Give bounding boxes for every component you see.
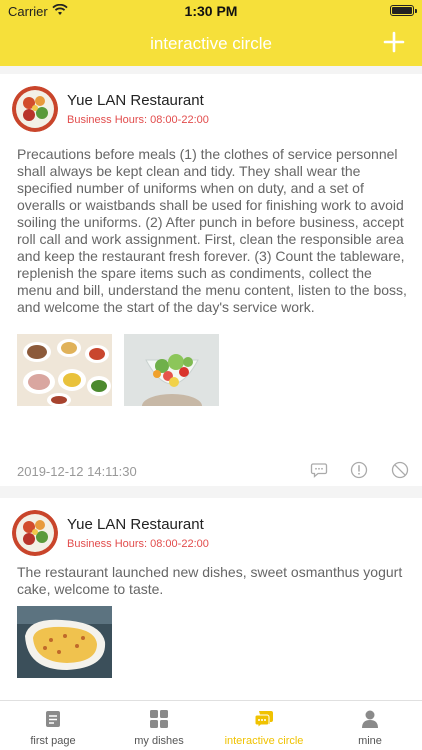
tab-bar: first page my dishes interactive circle … <box>0 700 422 750</box>
tab-mine[interactable]: mine <box>317 701 422 750</box>
tab-label: interactive circle <box>224 735 304 747</box>
avatar[interactable] <box>12 86 58 132</box>
restaurant-name[interactable]: Yue LAN Restaurant <box>67 92 204 109</box>
user-icon <box>362 710 378 728</box>
restaurant-name[interactable]: Yue LAN Restaurant <box>67 516 204 533</box>
battery-icon <box>390 5 417 16</box>
report-icon[interactable] <box>350 461 368 479</box>
tab-interactive-circle[interactable]: interactive circle <box>211 701 317 750</box>
avatar[interactable] <box>12 510 58 556</box>
post-image[interactable] <box>17 334 112 406</box>
comment-icon[interactable] <box>310 461 328 479</box>
tab-label: my dishes <box>134 735 184 747</box>
page-title: interactive circle <box>150 34 272 53</box>
document-icon <box>46 711 60 727</box>
status-time: 1:30 PM <box>184 3 238 19</box>
post-text: The restaurant launched new dishes, swee… <box>17 564 403 597</box>
nav-bar: interactive circle <box>0 22 422 66</box>
business-hours: Business Hours: 08:00-22:00 <box>67 538 209 550</box>
post-card[interactable]: Yue LAN Restaurant Business Hours: 08:00… <box>0 498 422 700</box>
tab-label: mine <box>358 735 382 747</box>
tab-my-dishes[interactable]: my dishes <box>106 701 212 750</box>
post-card[interactable]: Yue LAN Restaurant Business Hours: 08:00… <box>0 74 422 486</box>
business-hours: Business Hours: 08:00-22:00 <box>67 114 209 126</box>
post-image[interactable] <box>124 334 219 406</box>
tab-label: first page <box>30 735 76 747</box>
feed[interactable]: Yue LAN Restaurant Business Hours: 08:00… <box>0 66 422 700</box>
tab-first-page[interactable]: first page <box>0 701 106 750</box>
block-icon[interactable] <box>391 461 409 479</box>
status-bar: Carrier 1:30 PM <box>0 0 422 22</box>
chat-icon <box>254 711 273 729</box>
plus-icon[interactable] <box>380 28 408 56</box>
post-image[interactable] <box>17 606 112 678</box>
grid-icon <box>150 710 168 728</box>
post-date: 2019-12-12 14:11:30 <box>17 464 137 479</box>
post-text: Precautions before meals (1) the clothes… <box>17 146 407 315</box>
